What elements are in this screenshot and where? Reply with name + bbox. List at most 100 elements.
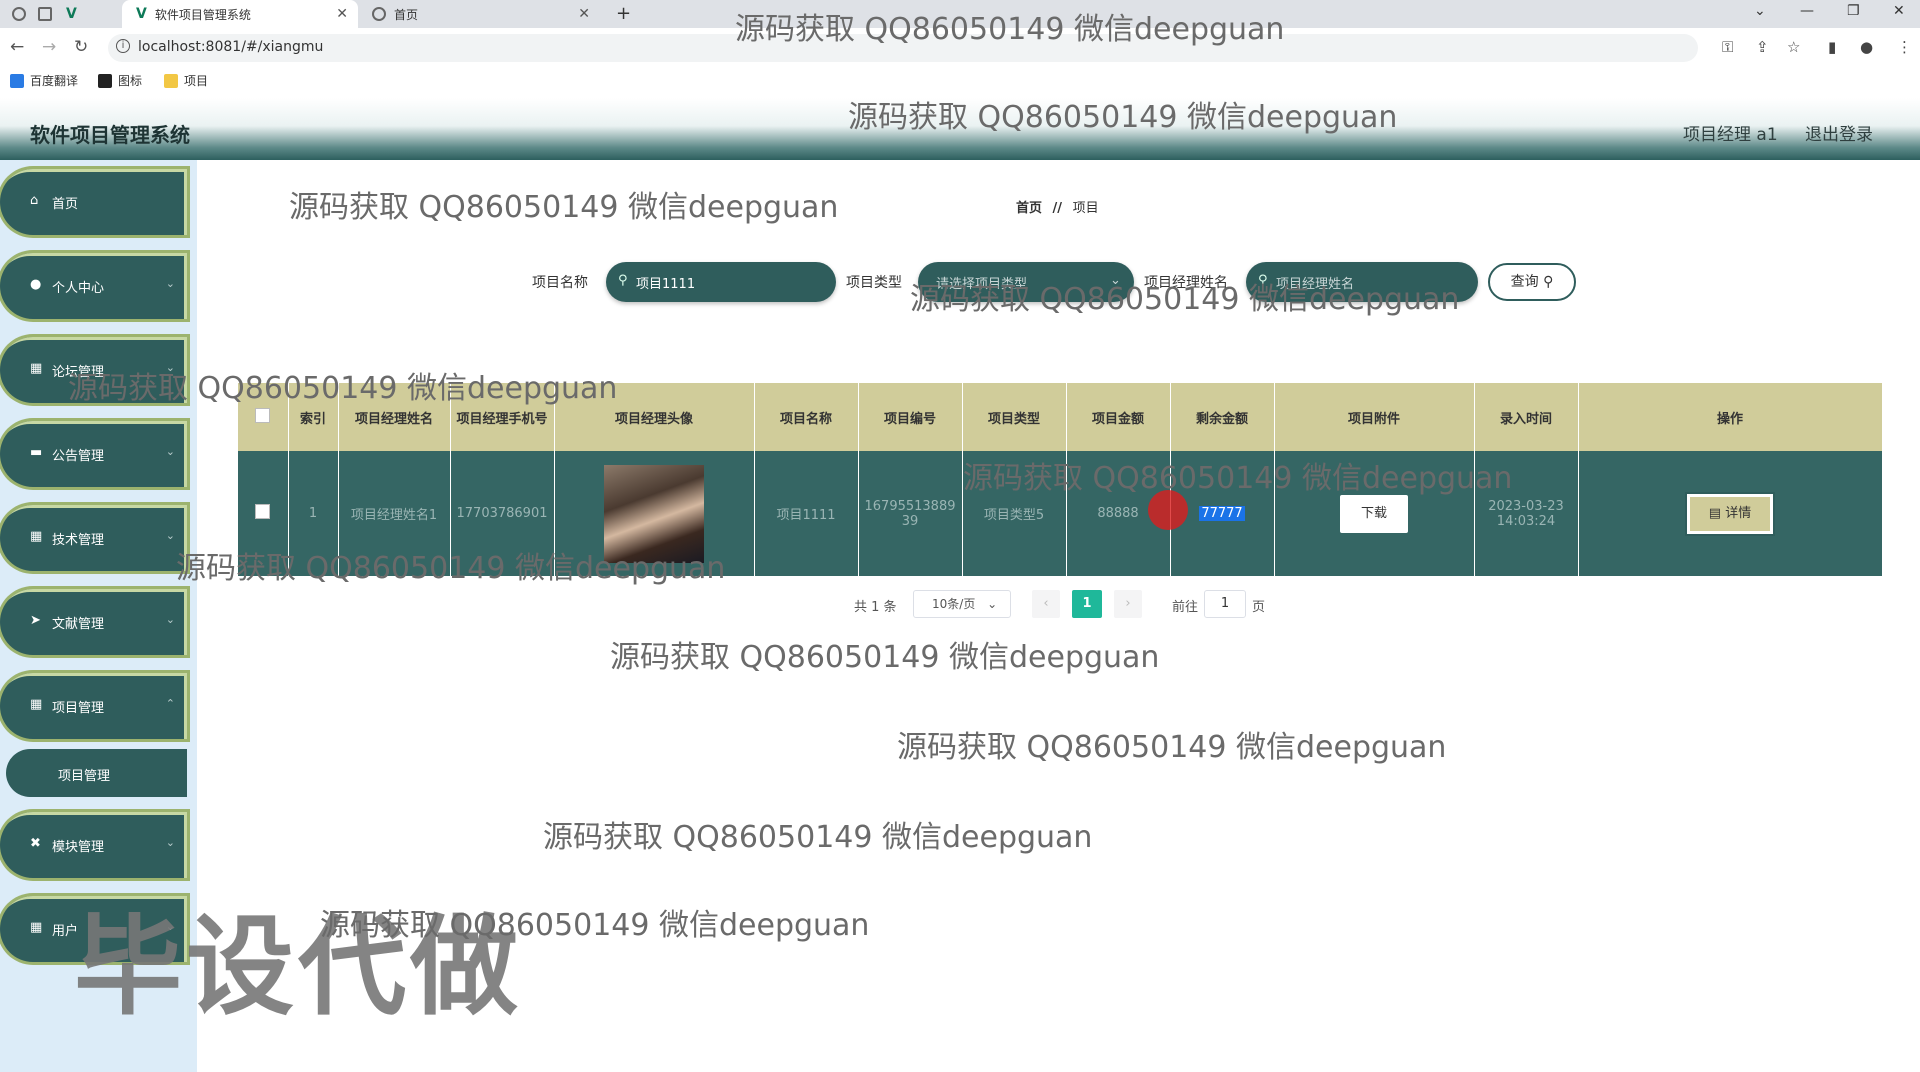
restore-icon[interactable]: ❐ <box>1847 3 1860 19</box>
chevron-down-icon: ⌄ <box>165 445 175 458</box>
tab-close-icon[interactable]: ✕ <box>336 6 348 22</box>
sidebar-item-module[interactable]: ✖ 模块管理 ⌄ <box>0 812 187 878</box>
back-icon[interactable]: ← <box>10 37 24 57</box>
chevron-down-icon: ⌄ <box>165 836 175 849</box>
minimize-icon[interactable]: — <box>1800 3 1814 19</box>
sidebar-item-label: 个人中心 <box>52 281 105 296</box>
cell-project-name: 项目1111 <box>754 451 859 576</box>
sidebar-subitem-project-management[interactable]: 项目管理 <box>6 749 187 797</box>
cell-project-no: 1679551388939 <box>858 451 963 576</box>
tab-title: 首页 <box>394 7 419 22</box>
current-page-button[interactable]: 1 <box>1072 590 1102 618</box>
column-header: 剩余金额 <box>1170 383 1275 451</box>
sidebar-item-personal-center[interactable]: ● 个人中心 ⌄ <box>0 253 187 319</box>
sidebar-item-literature[interactable]: ➤ 文献管理 ⌄ <box>0 589 187 655</box>
watermark: 源码获取 QQ86050149 微信deepguan <box>68 371 618 406</box>
select-all-checkbox[interactable] <box>255 407 271 423</box>
globe-icon <box>12 7 26 21</box>
sidebar-subitem-label: 项目管理 <box>58 769 111 784</box>
page-size-select[interactable]: 10条/页 ⌄ <box>913 590 1011 618</box>
search-icon: ⚲ <box>618 273 628 288</box>
tab-search-icon[interactable]: ⌄ <box>1754 3 1766 19</box>
tab-close-icon[interactable]: ✕ <box>578 6 590 22</box>
browser-tab-active[interactable]: V 软件项目管理系统 ✕ <box>122 0 358 28</box>
row-checkbox[interactable] <box>255 504 271 519</box>
pagination-total: 共 1 条 <box>854 600 897 615</box>
vue-logo-icon: V <box>136 6 147 22</box>
page-icon <box>38 7 52 21</box>
watermark: 源码获取 QQ86050149 微信deepguan <box>910 282 1460 317</box>
query-button-label: 查询 <box>1510 274 1539 290</box>
share-icon[interactable]: ⇪ <box>1756 38 1769 56</box>
watermark: 源码获取 QQ86050149 微信deepguan <box>848 100 1398 135</box>
sidebar-item-notice[interactable]: ▬ 公告管理 ⌄ <box>0 421 187 487</box>
vue-logo-icon: V <box>66 6 77 22</box>
app-title: 软件项目管理系统 <box>30 123 190 147</box>
info-icon[interactable]: i <box>116 39 130 53</box>
breadcrumb: 首页 // 项目 <box>1016 197 1099 216</box>
project-type-label: 项目类型 <box>846 275 902 291</box>
sidebar-item-project[interactable]: ▦ 项目管理 ⌃ <box>0 673 187 739</box>
breadcrumb-current: 项目 <box>1072 201 1099 216</box>
new-tab-button[interactable]: + <box>616 3 631 24</box>
window-close-icon[interactable]: ✕ <box>1893 3 1905 19</box>
watermark: 源码获取 QQ86050149 微信deepguan <box>289 190 839 225</box>
column-header: 操作 <box>1578 383 1883 451</box>
bookmark-baidu-translate[interactable]: 百度翻译 <box>10 72 78 89</box>
watermark: 源码获取 QQ86050149 微信deepguan <box>176 551 726 586</box>
watermark: 源码获取 QQ86050149 微信deepguan <box>897 730 1447 765</box>
home-icon: ⌂ <box>30 193 39 208</box>
profile-icon[interactable]: ● <box>1860 38 1873 56</box>
column-header: 项目编号 <box>858 383 963 451</box>
detail-button[interactable]: ▤ 详情 <box>1687 493 1773 534</box>
sidebar-item-label: 首页 <box>52 197 79 212</box>
watermark: 源码获取 QQ86050149 微信deepguan <box>963 461 1513 496</box>
tab-title: 软件项目管理系统 <box>154 7 251 22</box>
ticket-icon: ✖ <box>30 836 41 851</box>
watermark: 源码获取 QQ86050149 微信deepguan <box>543 820 1093 855</box>
sidebar-item-home[interactable]: ⌂ 首页 <box>0 169 187 235</box>
bookmark-folder-project[interactable]: 项目 <box>164 72 208 89</box>
pinned-tabs[interactable]: V <box>0 0 120 28</box>
sidepanel-icon[interactable]: ▮ <box>1828 38 1836 56</box>
project-name-input[interactable]: ⚲ 项目1111 <box>606 262 836 302</box>
forward-icon[interactable]: → <box>42 37 56 57</box>
column-header: 项目类型 <box>962 383 1067 451</box>
sidebar-item-label: 项目管理 <box>52 701 105 716</box>
column-header: 项目附件 <box>1274 383 1475 451</box>
column-header: 项目金额 <box>1066 383 1171 451</box>
image-icon <box>98 73 112 88</box>
current-user: 项目经理 a1 <box>1683 125 1778 145</box>
key-icon[interactable]: ⚿ <box>1722 38 1733 56</box>
user-icon: ● <box>30 277 42 292</box>
breadcrumb-separator: // <box>1052 201 1063 216</box>
breadcrumb-home[interactable]: 首页 <box>1016 201 1042 216</box>
goto-page-input[interactable]: 1 <box>1204 590 1246 618</box>
grid-icon: ▦ <box>30 529 43 544</box>
chevron-down-icon: ⌄ <box>165 613 175 626</box>
download-button[interactable]: 下载 <box>1340 494 1408 533</box>
page-size-value: 10条/页 <box>932 597 976 611</box>
globe-icon <box>372 7 386 21</box>
url-text: localhost:8081/#/xiangmu <box>138 39 324 55</box>
search-icon: ⚲ <box>1543 274 1554 290</box>
logout-link[interactable]: 退出登录 <box>1805 120 1873 145</box>
browser-tab[interactable]: 首页 ✕ <box>360 0 600 28</box>
column-header: 项目名称 <box>754 383 859 451</box>
query-button[interactable]: 查询 ⚲ <box>1488 263 1576 301</box>
prev-page-button[interactable]: ‹ <box>1032 590 1060 618</box>
chevron-up-icon: ⌃ <box>165 697 175 710</box>
menu-icon[interactable]: ⋮ <box>1897 38 1912 56</box>
chevron-down-icon: ⌄ <box>165 529 175 542</box>
sidebar-item-label: 技术管理 <box>52 533 105 548</box>
document-icon: ▤ <box>1708 505 1726 521</box>
star-icon[interactable]: ☆ <box>1787 38 1800 56</box>
sidebar-item-tech[interactable]: ▦ 技术管理 ⌄ <box>0 505 187 571</box>
bookmark-label: 图标 <box>118 74 143 88</box>
next-page-button[interactable]: › <box>1114 590 1142 618</box>
reload-icon[interactable]: ↻ <box>74 37 88 57</box>
remaining-amount-selected: 77777 <box>1199 506 1245 521</box>
bookmark-icons[interactable]: 图标 <box>98 72 142 89</box>
bookmark-label: 项目 <box>184 74 209 88</box>
grid-icon: ▦ <box>30 920 43 935</box>
